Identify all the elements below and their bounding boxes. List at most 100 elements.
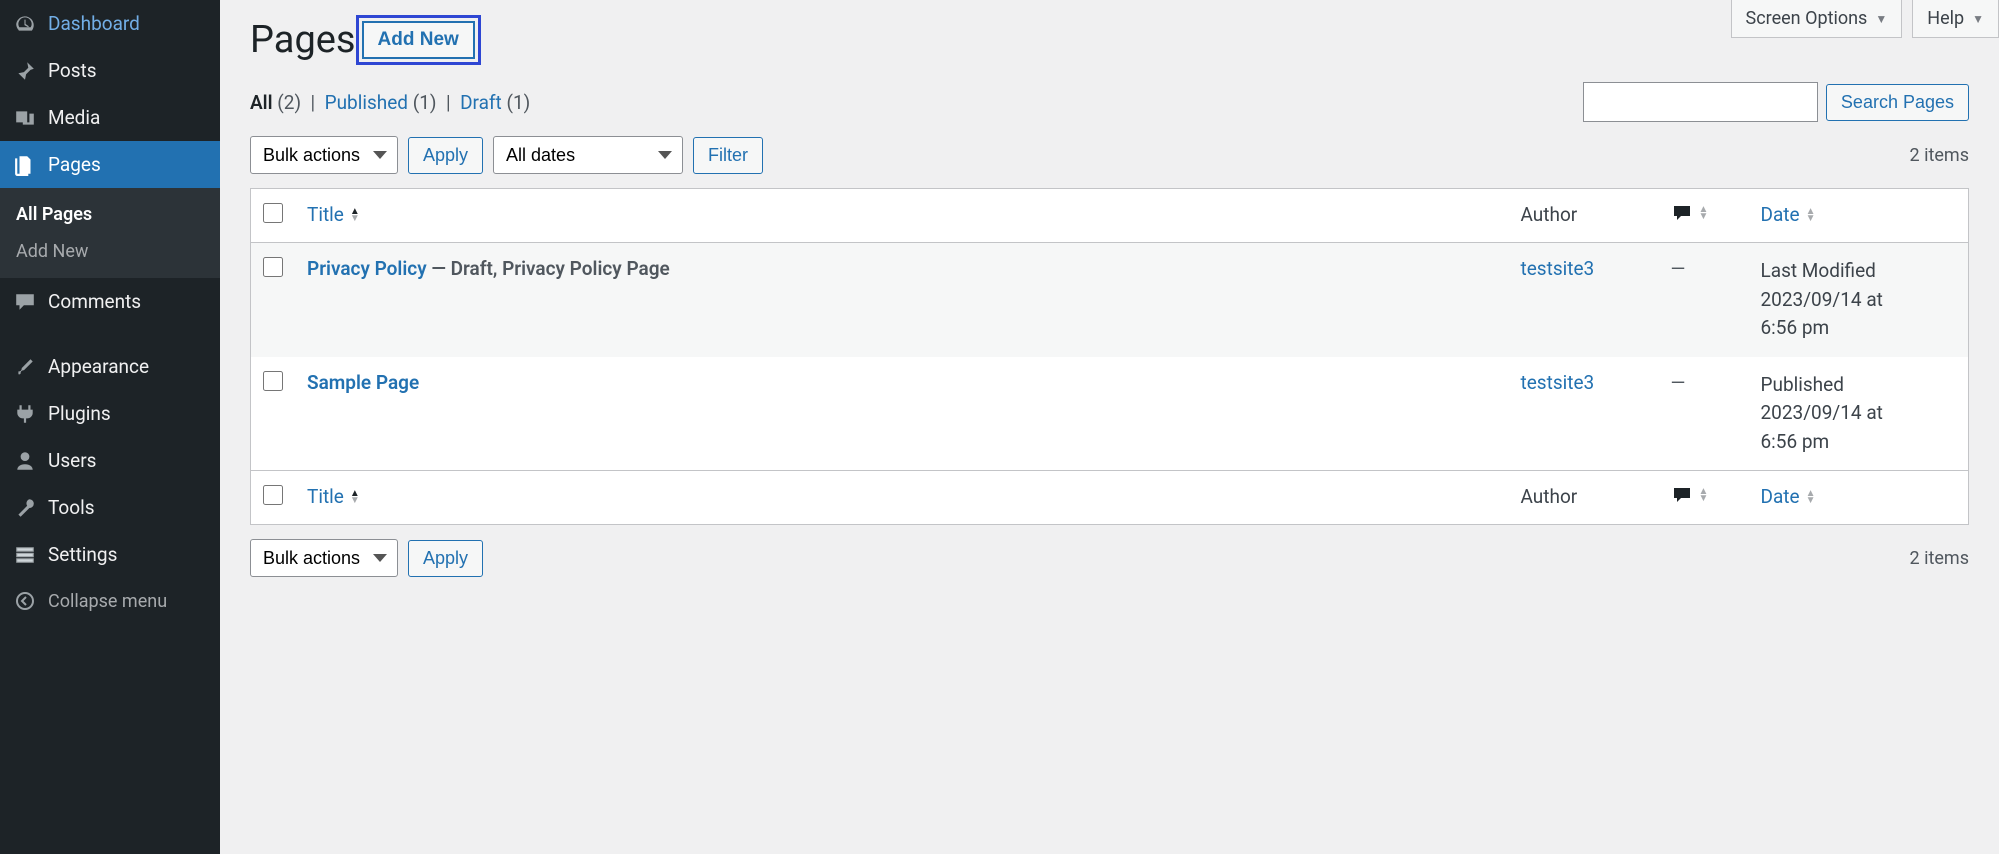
sidebar-item-pages[interactable]: Pages [0,141,220,188]
sort-icon: ▲▼ [1806,208,1816,222]
table-row: Privacy Policy — Draft, Privacy Policy P… [251,243,1969,357]
author-link[interactable]: testsite3 [1521,257,1595,280]
bottom-actions-row: Bulk actions Apply 2 items [250,539,1969,577]
date-filter-select[interactable]: All dates [493,136,683,174]
row-checkbox[interactable] [263,257,283,277]
sidebar-subitem-all-pages[interactable]: All Pages [0,196,220,233]
search-input[interactable] [1583,82,1818,122]
sidebar-submenu-pages: All Pages Add New [0,188,220,278]
top-tabs: Screen Options ▼ Help ▼ [1731,0,1999,38]
sort-icon: ▲▼ [1699,488,1709,502]
comments-value: — [1671,371,1686,394]
collapse-icon [14,590,36,612]
row-checkbox[interactable] [263,371,283,391]
filter-draft-count: (1) [506,91,530,114]
user-icon [14,450,36,472]
filters-row: All (2) | Published (1) | Draft (1) Sear… [250,82,1969,122]
sidebar-item-users[interactable]: Users [0,437,220,484]
date-cell: Published 2023/09/14 at 6:56 pm [1749,357,1969,471]
filter-draft[interactable]: Draft [460,91,502,114]
sidebar-item-plugins[interactable]: Plugins [0,390,220,437]
sidebar-label: Media [48,106,100,129]
sidebar-item-appearance[interactable]: Appearance [0,343,220,390]
plug-icon [14,403,36,425]
top-actions-row: Bulk actions Apply All dates Filter 2 it… [250,136,1969,174]
sidebar-label: Users [48,449,96,472]
page-title: Pages [250,18,356,62]
filter-published-count: (1) [413,91,437,114]
search-area: Search Pages [1583,82,1969,122]
column-comments-header[interactable]: ▲▼ [1671,203,1709,223]
pin-icon [14,60,36,82]
sort-icon: ▲▼ [1806,490,1816,504]
date-cell: Last Modified 2023/09/14 at 6:56 pm [1749,243,1969,357]
bulk-actions-select-bottom[interactable]: Bulk actions [250,539,398,577]
column-title-header[interactable]: Title ▲▼ [307,203,360,226]
sort-icon: ▲▼ [350,490,360,504]
column-date-footer[interactable]: Date ▲▼ [1761,485,1816,508]
pages-icon [14,154,36,176]
sidebar-label: Settings [48,543,117,566]
chevron-down-icon: ▼ [1972,12,1984,26]
items-count-top: 2 items [1910,145,1969,166]
column-comments-footer[interactable]: ▲▼ [1671,485,1709,505]
sidebar-subitem-add-new[interactable]: Add New [0,233,220,270]
sidebar-item-tools[interactable]: Tools [0,484,220,531]
sidebar-item-settings[interactable]: Settings [0,531,220,578]
table-row: Sample Page testsite3 — Published 2023/0… [251,357,1969,471]
brush-icon [14,356,36,378]
column-author-header: Author [1509,189,1659,243]
chevron-down-icon: ▼ [1875,12,1887,26]
apply-button-bottom[interactable]: Apply [408,540,483,577]
items-count-bottom: 2 items [1910,548,1969,569]
filter-all-count: (2) [277,91,301,114]
sidebar-label: Dashboard [48,12,140,35]
screen-options-tab[interactable]: Screen Options ▼ [1731,0,1903,38]
comments-value: — [1671,257,1686,280]
help-tab[interactable]: Help ▼ [1912,0,1999,38]
filter-published[interactable]: Published [325,91,408,114]
admin-sidebar: Dashboard Posts Media Pages All Pages Ad… [0,0,220,854]
column-title-footer[interactable]: Title ▲▼ [307,485,360,508]
page-header: Pages Add New [250,0,1969,62]
sort-icon: ▲▼ [1699,206,1709,220]
comment-icon [1671,203,1693,223]
dashboard-icon [14,13,36,35]
column-author-footer: Author [1509,471,1659,525]
comment-icon [14,291,36,313]
column-date-header[interactable]: Date ▲▼ [1761,203,1816,226]
bulk-actions-select[interactable]: Bulk actions [250,136,398,174]
sidebar-item-posts[interactable]: Posts [0,47,220,94]
sidebar-collapse[interactable]: Collapse menu [0,578,220,624]
sidebar-item-dashboard[interactable]: Dashboard [0,0,220,47]
select-all-checkbox-top[interactable] [263,203,283,223]
main-content: Screen Options ▼ Help ▼ Pages Add New Al… [220,0,1999,854]
filter-all[interactable]: All [250,91,273,114]
add-new-button[interactable]: Add New [362,21,475,59]
sidebar-label: Plugins [48,402,111,425]
apply-button-top[interactable]: Apply [408,137,483,174]
page-title-link[interactable]: Sample Page [307,371,419,394]
sort-icon: ▲▼ [350,208,360,222]
help-label: Help [1927,8,1964,29]
comment-icon [1671,485,1693,505]
sliders-icon [14,544,36,566]
sidebar-label: Posts [48,59,97,82]
page-status-suffix: — Draft, Privacy Policy Page [427,257,670,280]
author-link[interactable]: testsite3 [1521,371,1595,394]
sidebar-item-media[interactable]: Media [0,94,220,141]
sidebar-label: Comments [48,290,141,313]
select-all-checkbox-bottom[interactable] [263,485,283,505]
filter-button[interactable]: Filter [693,137,763,174]
wrench-icon [14,497,36,519]
page-title-link[interactable]: Privacy Policy [307,257,427,280]
search-button[interactable]: Search Pages [1826,84,1969,121]
media-icon [14,107,36,129]
sidebar-item-comments[interactable]: Comments [0,278,220,325]
sidebar-label: Pages [48,153,101,176]
sidebar-label: Tools [48,496,95,519]
sidebar-label: Appearance [48,355,149,378]
pages-table: Title ▲▼ Author ▲▼ Date ▲▼ [250,188,1969,525]
sidebar-label: Collapse menu [48,591,167,612]
status-filters: All (2) | Published (1) | Draft (1) [250,91,530,114]
